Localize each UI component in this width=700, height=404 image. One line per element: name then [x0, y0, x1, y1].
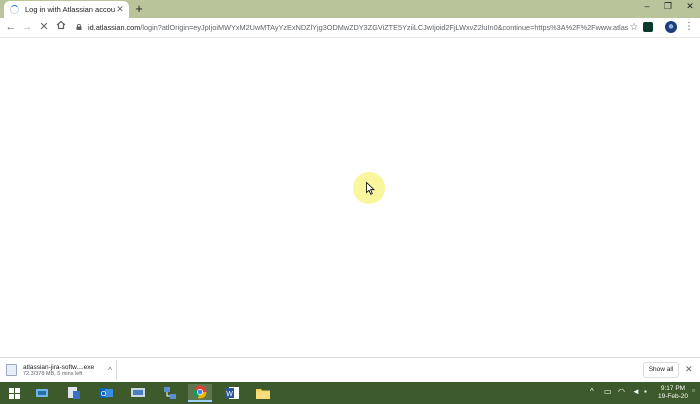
- show-hidden-icons-icon[interactable]: ^: [590, 387, 594, 396]
- file-explorer-icon[interactable]: [251, 384, 275, 402]
- url-text: id.atlassian.com/login?atlOrigin=eyJpIjo…: [88, 22, 628, 32]
- windows-start-button[interactable]: [2, 384, 26, 402]
- forward-button[interactable]: →: [20, 20, 34, 34]
- close-window-icon[interactable]: ✕: [683, 0, 697, 14]
- system-clock[interactable]: 9:17 PM 19-Feb-20: [654, 385, 692, 401]
- language-icon[interactable]: ▪: [644, 387, 647, 396]
- new-tab-button[interactable]: +: [132, 2, 146, 16]
- address-bar[interactable]: id.atlassian.com/login?atlOrigin=eyJpIjo…: [70, 20, 640, 34]
- mouse-pointer-icon: [366, 182, 375, 195]
- home-icon: [56, 20, 66, 30]
- download-filename: atlassian-jira-softw....exe: [23, 363, 95, 371]
- outlook-icon[interactable]: O: [94, 384, 118, 402]
- tab-atlassian-login[interactable]: Log in with Atlassian account ✕: [4, 1, 129, 18]
- chevron-up-icon[interactable]: ^: [104, 366, 116, 375]
- volume-icon[interactable]: ◄: [632, 387, 640, 396]
- windows-logo-icon: [8, 387, 20, 399]
- download-item[interactable]: atlassian-jira-softw....exe 72.3/378 MB,…: [2, 360, 117, 380]
- download-bar: atlassian-jira-softw....exe 72.3/378 MB,…: [0, 357, 700, 382]
- show-all-button[interactable]: Show all: [643, 362, 679, 378]
- browser-toolbar: ← → ✕ id.atlassian.com/login?atlOrigin=e…: [0, 18, 700, 38]
- taskbar-app-icon[interactable]: [126, 384, 150, 402]
- download-status: 72.3/378 MB, 5 mins left: [23, 370, 83, 377]
- svg-text:O: O: [101, 391, 107, 398]
- network-icon[interactable]: ▭: [604, 387, 612, 396]
- bookmark-star-icon[interactable]: ☆: [628, 22, 640, 33]
- chrome-icon: [193, 385, 207, 399]
- file-icon: [6, 364, 17, 376]
- profile-avatar[interactable]: [665, 21, 677, 33]
- word-icon[interactable]: W: [220, 384, 244, 402]
- taskbar-app-icon[interactable]: [30, 384, 54, 402]
- chrome-taskbar-button[interactable]: [188, 384, 212, 402]
- loading-spinner-icon: [10, 5, 19, 14]
- stop-loading-button[interactable]: ✕: [37, 20, 51, 34]
- svg-text:W: W: [226, 391, 233, 398]
- tab-close-icon[interactable]: ✕: [115, 4, 125, 15]
- taskbar: O W ^ ▭ ◠ ◄ ▪ 9:17 PM 19-Feb-20 ▫: [0, 382, 700, 404]
- tab-strip: Log in with Atlassian account ✕ + – ❐ ✕: [0, 0, 700, 18]
- page-content: [0, 38, 700, 357]
- clock-date: 19-Feb-20: [658, 393, 688, 400]
- clock-time: 9:17 PM: [660, 385, 686, 392]
- network-app-icon[interactable]: [158, 384, 182, 402]
- back-button[interactable]: ←: [4, 20, 18, 34]
- close-download-bar-icon[interactable]: ✕: [685, 364, 693, 375]
- taskbar-app-icon[interactable]: [62, 384, 86, 402]
- lock-icon: [76, 24, 82, 30]
- restore-icon[interactable]: ❐: [661, 0, 675, 14]
- wifi-icon[interactable]: ◠: [618, 387, 625, 396]
- extension-icon[interactable]: [643, 22, 653, 32]
- chrome-menu-icon[interactable]: ⋮: [684, 20, 694, 34]
- minimize-icon[interactable]: –: [640, 0, 654, 14]
- home-button[interactable]: [54, 20, 68, 34]
- notifications-icon[interactable]: ▫: [692, 386, 695, 395]
- tab-title: Log in with Atlassian account: [25, 5, 115, 14]
